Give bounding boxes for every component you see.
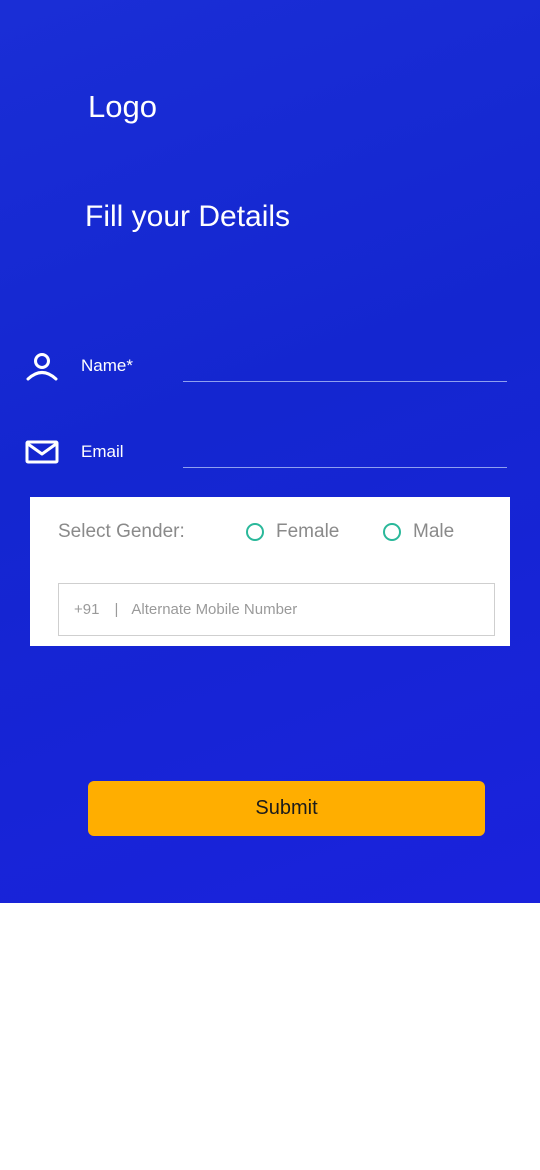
male-radio[interactable]	[383, 523, 401, 541]
email-row: Email	[0, 432, 540, 476]
gender-option-male[interactable]: Male	[383, 520, 454, 544]
prefix-separator: |	[114, 601, 119, 618]
logo: Logo	[88, 89, 157, 124]
gender-label: Select Gender:	[58, 521, 185, 542]
gender-option-female[interactable]: Female	[246, 520, 339, 544]
email-input[interactable]	[183, 432, 507, 468]
form-panel: Logo Fill your Details Name* Email Selec…	[0, 0, 540, 903]
name-row: Name*	[0, 346, 540, 390]
female-radio[interactable]	[246, 523, 264, 541]
female-label: Female	[276, 521, 340, 542]
details-screen: Logo Fill your Details Name* Email Selec…	[0, 0, 540, 1170]
alternate-phone-field: +91 |	[58, 583, 495, 636]
page-title: Fill your Details	[85, 200, 291, 233]
male-label: Male	[413, 521, 455, 542]
country-code-prefix: +91	[74, 601, 100, 618]
email-label: Email	[81, 442, 124, 461]
mail-icon	[24, 438, 62, 468]
name-input[interactable]	[183, 346, 507, 382]
alternate-phone-input[interactable]	[131, 601, 432, 618]
submit-button[interactable]: Submit	[88, 781, 485, 836]
name-label: Name*	[81, 356, 133, 375]
user-icon	[24, 352, 62, 382]
gender-phone-card: Select Gender: Female Male +91 |	[30, 497, 510, 646]
